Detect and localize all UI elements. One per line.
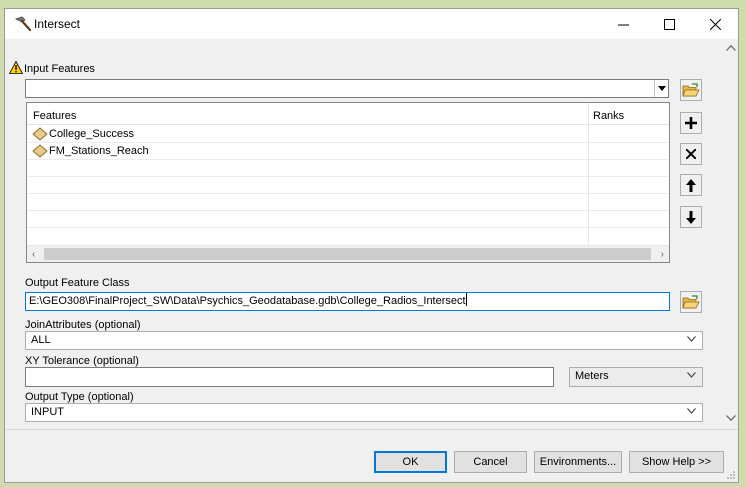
move-down-button[interactable] [680, 206, 702, 228]
feature-name: FM_Stations_Reach [49, 145, 149, 157]
maximize-button[interactable] [646, 9, 692, 39]
output-type-value: INPUT [31, 406, 64, 418]
chevron-down-icon [687, 372, 696, 378]
xy-tolerance-input[interactable] [25, 367, 554, 387]
title-bar: Intersect [5, 9, 738, 39]
input-features-label: Input Features [24, 63, 95, 75]
arrow-up-icon [686, 178, 696, 192]
table-row-empty[interactable] [27, 211, 669, 228]
browse-output-button[interactable] [680, 291, 702, 313]
intersect-dialog: Intersect Input Features Features Ranks … [4, 8, 739, 483]
output-type-label: Output Type (optional) [25, 391, 134, 403]
features-column-header[interactable]: Features [33, 110, 76, 122]
table-row-empty[interactable] [27, 177, 669, 194]
scroll-down-icon[interactable] [726, 415, 736, 421]
browse-input-button[interactable] [680, 79, 702, 101]
dropdown-arrow-icon[interactable] [654, 80, 668, 97]
warning-icon [9, 61, 23, 74]
scroll-right-icon[interactable]: › [661, 249, 664, 260]
close-icon [709, 18, 721, 30]
table-row-empty[interactable] [27, 160, 669, 177]
show-help-button[interactable]: Show Help >> [629, 451, 724, 473]
parameters-panel: Input Features Features Ranks College_Su… [5, 39, 724, 429]
join-attributes-value: ALL [31, 334, 51, 346]
chevron-down-icon [687, 408, 696, 414]
add-row-button[interactable] [680, 112, 702, 134]
text-caret [465, 293, 467, 306]
feature-name: College_Success [49, 128, 134, 140]
scroll-up-icon[interactable] [726, 45, 736, 51]
plus-icon [685, 117, 697, 129]
join-attributes-label: JoinAttributes (optional) [25, 319, 141, 331]
table-header: Features Ranks [27, 103, 669, 125]
close-button[interactable] [692, 9, 738, 39]
minimize-icon [617, 24, 629, 25]
window-title: Intersect [34, 17, 81, 31]
output-type-select[interactable]: INPUT [25, 403, 703, 422]
xy-tolerance-unit-select[interactable]: Meters [569, 367, 703, 387]
minimize-button[interactable] [600, 9, 646, 39]
hammer-icon [14, 16, 32, 32]
chevron-down-icon [687, 336, 696, 342]
scroll-left-icon[interactable]: ‹ [32, 249, 35, 260]
table-row[interactable]: FM_Stations_Reach [27, 143, 669, 160]
maximize-icon [663, 18, 675, 30]
footer-divider [5, 429, 738, 430]
ok-button[interactable]: OK [374, 451, 447, 473]
cancel-button[interactable]: Cancel [454, 451, 527, 473]
move-up-button[interactable] [680, 174, 702, 196]
resize-grip-icon[interactable] [726, 470, 736, 480]
environments-button[interactable]: Environments... [534, 451, 622, 473]
ranks-column-header[interactable]: Ranks [593, 110, 624, 122]
input-features-combo[interactable] [25, 79, 669, 98]
xy-tolerance-unit-value: Meters [575, 370, 609, 382]
output-feature-class-value: E:\GEO308\FinalProject_SW\Data\Psychics_… [29, 295, 466, 307]
arrow-down-icon [686, 210, 696, 224]
table-row-empty[interactable] [27, 194, 669, 211]
scrollbar-thumb[interactable] [44, 248, 651, 260]
open-folder-icon [682, 294, 700, 308]
remove-row-button[interactable] [680, 143, 702, 165]
feature-layer-icon [32, 127, 48, 141]
output-feature-class-label: Output Feature Class [25, 277, 130, 289]
features-table: Features Ranks College_Success FM_Statio… [26, 102, 670, 263]
feature-layer-icon [32, 144, 48, 158]
remove-icon [686, 149, 696, 159]
open-folder-icon [682, 82, 700, 96]
horizontal-scrollbar[interactable]: ‹ › [27, 245, 669, 262]
vertical-scrollbar[interactable] [724, 39, 738, 429]
join-attributes-select[interactable]: ALL [25, 331, 703, 350]
xy-tolerance-label: XY Tolerance (optional) [25, 355, 139, 367]
table-row[interactable]: College_Success [27, 126, 669, 143]
output-feature-class-input[interactable]: E:\GEO308\FinalProject_SW\Data\Psychics_… [25, 292, 670, 311]
table-row-empty[interactable] [27, 228, 669, 245]
